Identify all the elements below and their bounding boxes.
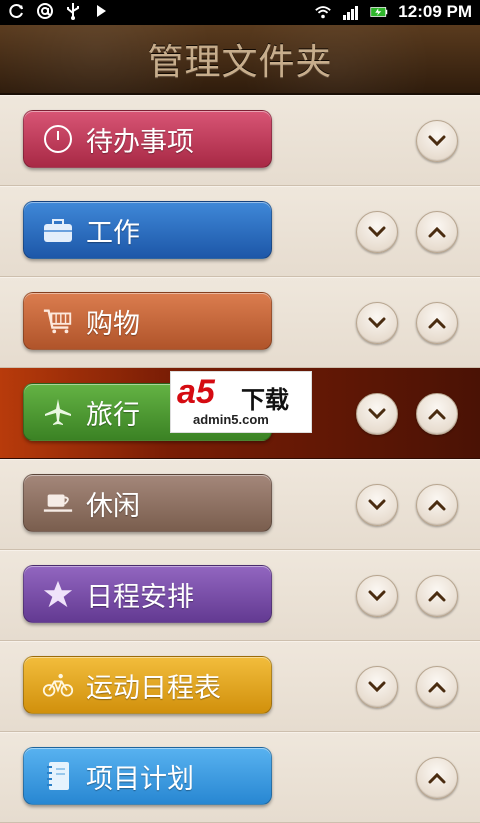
battery-charging-icon: [370, 3, 388, 21]
move-down-button[interactable]: [356, 302, 398, 344]
bicycle-icon: [42, 669, 74, 701]
folder-button-work[interactable]: 工作: [23, 201, 272, 259]
chevron-up-icon: [428, 590, 446, 602]
folder-row-schedule: 日程安排: [0, 550, 480, 641]
coffee-icon: [42, 487, 74, 519]
watermark-a5: a5 下载 admin5.com: [170, 371, 312, 433]
folder-button-exercise[interactable]: 运动日程表: [23, 656, 272, 714]
folder-label: 休闲: [86, 490, 140, 522]
folder-label: 项目计划: [86, 763, 194, 795]
move-down-button[interactable]: [356, 484, 398, 526]
briefcase-icon: [42, 214, 74, 246]
watermark-text: 下载: [241, 386, 289, 414]
move-up-button[interactable]: [416, 484, 458, 526]
move-up-button[interactable]: [416, 393, 458, 435]
chevron-up-icon: [428, 408, 446, 420]
move-down-button[interactable]: [356, 666, 398, 708]
cart-icon: [42, 305, 74, 337]
chevron-down-icon: [368, 408, 386, 420]
chevron-up-icon: [428, 681, 446, 693]
page-title: 管理文件夹: [147, 42, 333, 83]
chevron-up-icon: [428, 317, 446, 329]
folder-row-todo: 待办事项: [0, 95, 480, 186]
move-up-button[interactable]: [416, 575, 458, 617]
folder-button-leisure[interactable]: 休闲: [23, 474, 272, 532]
at-icon: [36, 2, 54, 20]
move-up-button[interactable]: [416, 211, 458, 253]
move-up-button[interactable]: [416, 666, 458, 708]
folder-row-leisure: 休闲: [0, 459, 480, 550]
folder-button-project[interactable]: 项目计划: [23, 747, 272, 805]
folder-row-exercise: 运动日程表: [0, 641, 480, 732]
chevron-down-icon: [368, 681, 386, 693]
folder-button-shopping[interactable]: 购物: [23, 292, 272, 350]
folder-label: 工作: [86, 217, 140, 249]
usb-icon: [64, 2, 82, 20]
folder-label: 待办事项: [86, 126, 194, 158]
title-bar: 管理文件夹: [0, 25, 480, 95]
chevron-down-icon: [368, 590, 386, 602]
wifi-icon: [314, 3, 332, 21]
watermark-url: admin5.com: [193, 412, 269, 427]
chevron-up-icon: [428, 499, 446, 511]
folder-list: 待办事项 工作 购物 旅行 休闲 日程安排 运动日程表 项目计划: [0, 95, 480, 823]
folder-row-work: 工作: [0, 186, 480, 277]
folder-button-todo[interactable]: 待办事项: [23, 110, 272, 168]
move-up-button[interactable]: [416, 757, 458, 799]
move-up-button[interactable]: [416, 302, 458, 344]
chevron-up-icon: [428, 226, 446, 238]
clock-icon: [42, 123, 74, 155]
folder-label: 旅行: [86, 399, 140, 431]
folder-row-shopping: 购物: [0, 277, 480, 368]
a5-logo: a5: [177, 373, 215, 411]
chevron-up-icon: [428, 772, 446, 784]
folder-label: 购物: [86, 308, 140, 340]
notebook-icon: [42, 760, 74, 792]
play-icon: [92, 2, 110, 20]
folder-row-project: 项目计划: [0, 732, 480, 823]
move-down-button[interactable]: [416, 120, 458, 162]
star-icon: [42, 578, 74, 610]
chevron-down-icon: [368, 499, 386, 511]
chevron-down-icon: [428, 135, 446, 147]
signal-icon: [342, 3, 360, 21]
move-down-button[interactable]: [356, 211, 398, 253]
status-time: 12:09 PM: [398, 2, 472, 21]
move-down-button[interactable]: [356, 575, 398, 617]
folder-label: 日程安排: [86, 581, 194, 613]
status-bar: 12:09 PM: [0, 0, 480, 25]
airplane-icon: [42, 396, 74, 428]
folder-label: 运动日程表: [86, 672, 221, 704]
chevron-down-icon: [368, 317, 386, 329]
chevron-down-icon: [368, 226, 386, 238]
sync-icon: [8, 2, 26, 20]
move-down-button[interactable]: [356, 393, 398, 435]
folder-button-schedule[interactable]: 日程安排: [23, 565, 272, 623]
